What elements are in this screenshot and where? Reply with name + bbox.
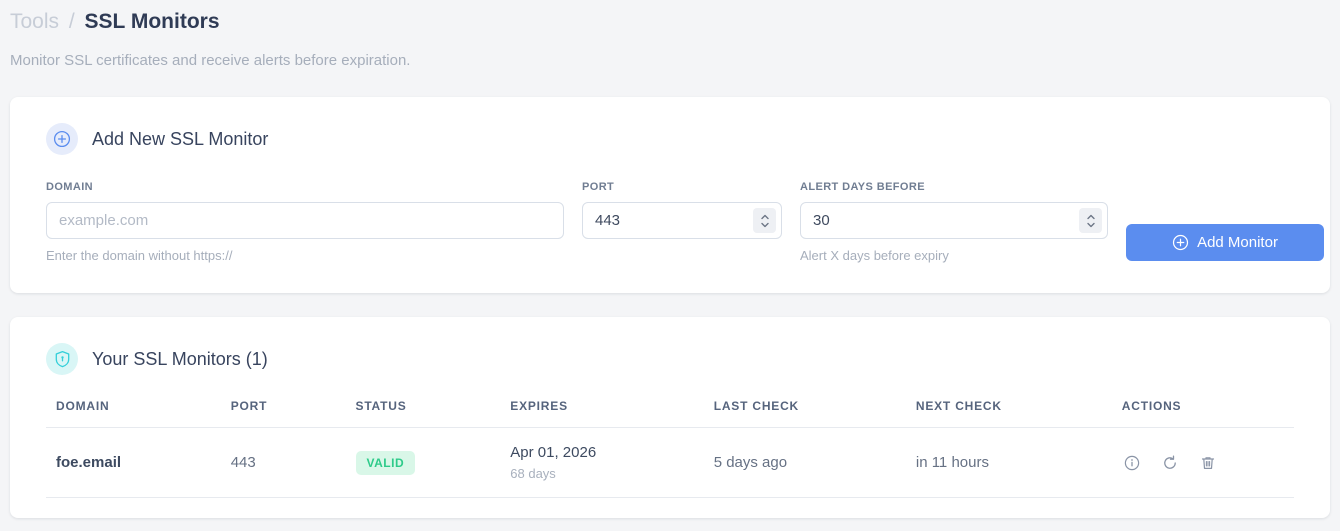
page-title: SSL Monitors — [84, 10, 220, 33]
alert-days-helper-text: Alert X days before expiry — [800, 248, 949, 263]
domain-field-group: DOMAIN Enter the domain without https:// — [46, 181, 564, 263]
add-monitor-card-header: Add New SSL Monitor — [46, 123, 1294, 155]
breadcrumb-tools[interactable]: Tools — [10, 10, 59, 33]
port-field-group: PORT — [582, 181, 782, 239]
monitor-expires-date: Apr 01, 2026 — [510, 444, 597, 461]
delete-button[interactable] — [1198, 453, 1218, 473]
alert-days-field-group: ALERT DAYS BEFORE Alert X days before ex… — [800, 181, 1108, 263]
alert-days-input[interactable] — [800, 202, 1108, 239]
refresh-icon — [1162, 455, 1178, 474]
monitors-list-card: Your SSL Monitors (1) DOMAIN PORT STATUS… — [10, 317, 1330, 518]
breadcrumb: Tools / SSL Monitors — [10, 6, 1330, 34]
info-button[interactable] — [1122, 453, 1142, 473]
plus-circle-icon — [46, 123, 78, 155]
monitor-expires-days: 68 days — [510, 466, 556, 481]
plus-circle-icon — [1172, 234, 1189, 251]
monitors-card-title: Your SSL Monitors (1) — [92, 348, 268, 369]
trash-icon — [1200, 456, 1216, 474]
add-monitor-button-label: Add Monitor — [1197, 234, 1278, 251]
port-input[interactable] — [582, 202, 782, 239]
monitors-table: DOMAIN PORT STATUS EXPIRES LAST CHECK NE… — [46, 399, 1294, 498]
port-stepper[interactable] — [753, 208, 776, 233]
table-header-row: DOMAIN PORT STATUS EXPIRES LAST CHECK NE… — [46, 399, 1294, 428]
alert-days-label: ALERT DAYS BEFORE — [800, 181, 925, 193]
col-header-actions: ACTIONS — [1111, 399, 1294, 428]
monitor-domain: foe.email — [46, 427, 221, 498]
ssl-monitors-page: Tools / SSL Monitors Monitor SSL certifi… — [0, 0, 1340, 518]
domain-input[interactable] — [46, 202, 564, 239]
add-monitor-card: Add New SSL Monitor DOMAIN Enter the dom… — [10, 97, 1330, 293]
col-header-domain: DOMAIN — [46, 399, 221, 428]
table-row: foe.email 443 VALID Apr 01, 2026 68 days… — [46, 427, 1294, 498]
col-header-status: STATUS — [345, 399, 501, 428]
refresh-button[interactable] — [1160, 453, 1180, 473]
info-icon — [1124, 455, 1140, 474]
add-monitor-form: DOMAIN Enter the domain without https://… — [46, 181, 1324, 263]
col-header-next-check: NEXT CHECK — [905, 399, 1112, 428]
add-monitor-card-title: Add New SSL Monitor — [92, 128, 269, 149]
breadcrumb-separator: / — [63, 10, 81, 33]
domain-helper-text: Enter the domain without https:// — [46, 248, 233, 263]
monitors-card-header: Your SSL Monitors (1) — [46, 343, 1294, 375]
page-subtitle: Monitor SSL certificates and receive ale… — [10, 52, 411, 69]
shield-icon — [46, 343, 78, 375]
alert-days-stepper[interactable] — [1079, 208, 1102, 233]
status-badge: VALID — [355, 450, 416, 475]
domain-label: DOMAIN — [46, 181, 94, 193]
col-header-expires: EXPIRES — [500, 399, 704, 428]
port-label: PORT — [582, 181, 615, 193]
col-header-port: PORT — [220, 399, 346, 428]
monitor-port: 443 — [220, 427, 346, 498]
add-monitor-button[interactable]: Add Monitor — [1126, 224, 1324, 261]
col-header-last-check: LAST CHECK — [703, 399, 906, 428]
monitor-next-check: in 11 hours — [905, 427, 1112, 498]
monitor-last-check: 5 days ago — [703, 427, 906, 498]
